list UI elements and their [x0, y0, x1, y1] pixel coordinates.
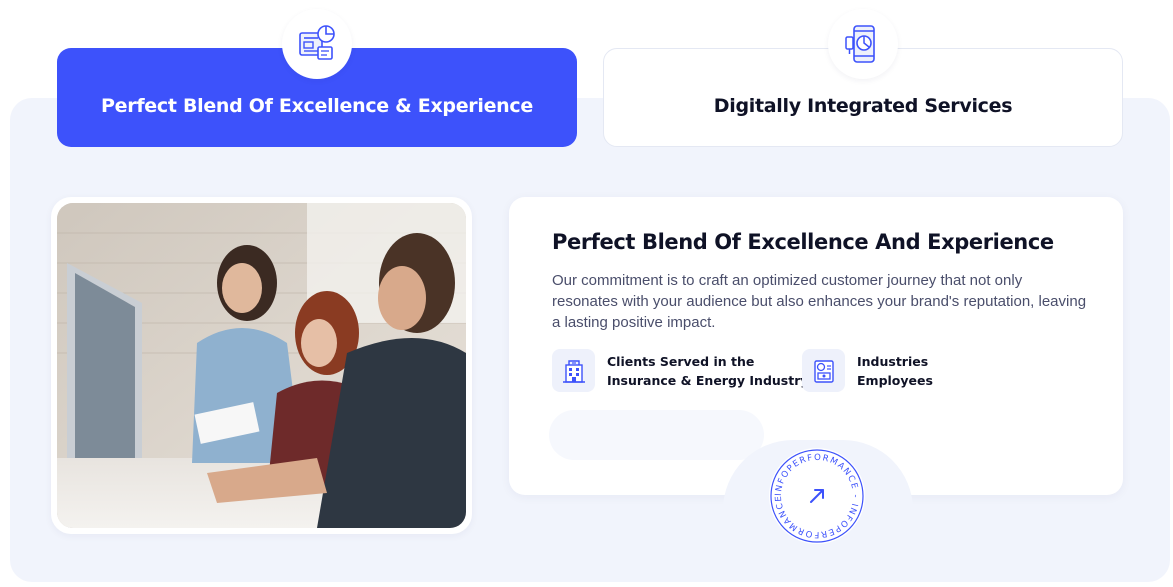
content-description: Our commitment is to craft an optimized … [552, 272, 1087, 331]
ghost-button-placeholder [549, 410, 764, 460]
building-icon [552, 349, 595, 392]
tab-label: Perfect Blend Of Excellence & Experience [101, 94, 533, 117]
content-title: Perfect Blend Of Excellence And Experien… [552, 230, 1054, 254]
presentation-chart-icon [282, 9, 352, 79]
stat-industries-employees: Industries Employees [802, 349, 933, 392]
stat-line: Employees [857, 372, 933, 388]
team-photo [57, 203, 466, 528]
stat-line: Industries [857, 353, 929, 369]
infoperformance-badge[interactable]: INFOPERFORMANCE - INFOPERFORMANCE - [769, 448, 865, 544]
stat-line: Insurance & Energy Industry [607, 372, 809, 388]
stat-line: Clients Served in the [607, 353, 755, 369]
stat-clients-served: Clients Served in the Insurance & Energy… [552, 349, 809, 392]
employee-badge-icon [802, 349, 845, 392]
tab-label: Digitally Integrated Services [713, 94, 1013, 117]
team-photo-frame [51, 197, 472, 534]
mobile-analytics-icon [828, 9, 898, 79]
